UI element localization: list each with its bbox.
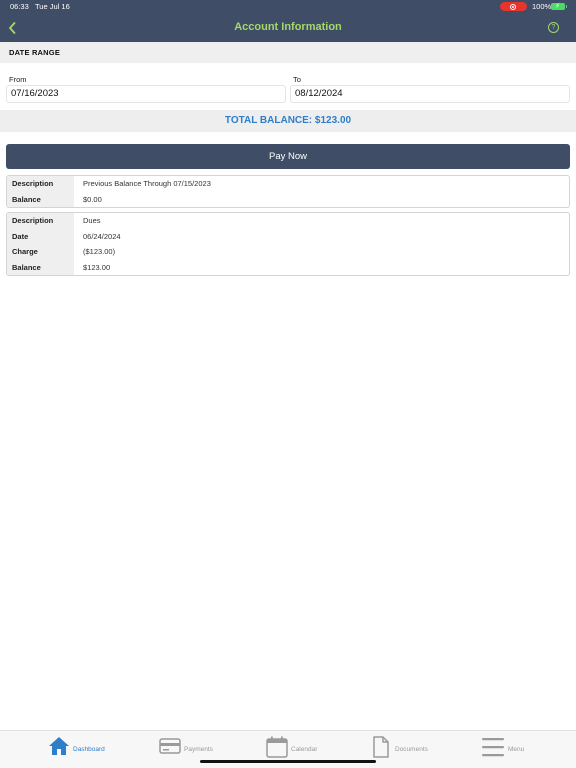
home-indicator[interactable] <box>200 760 376 763</box>
tab-dashboard[interactable]: Dashboard <box>48 736 118 758</box>
transaction-row: Balance $0.00 <box>7 191 569 207</box>
transaction-row: Description Previous Balance Through 07/… <box>7 176 569 192</box>
status-time: 06:33 <box>10 2 29 11</box>
tab-label: Documents <box>395 746 428 753</box>
tab-menu[interactable]: Menu <box>482 736 542 758</box>
pay-now-button[interactable]: Pay Now <box>6 144 570 169</box>
from-date-field[interactable]: 07/16/2023 <box>6 85 286 103</box>
transaction-row: Description Dues <box>7 213 569 229</box>
row-value: ($123.00) <box>83 247 116 256</box>
from-label: From <box>9 75 27 84</box>
row-value: Previous Balance Through 07/15/2023 <box>83 179 211 188</box>
transaction-card: Description Dues Date 06/24/2024 Charge … <box>6 212 570 276</box>
transaction-row: Date 06/24/2024 <box>7 228 569 244</box>
total-balance: TOTAL BALANCE: $123.00 <box>0 110 576 132</box>
calendar-icon <box>266 736 288 758</box>
transaction-row: Charge ($123.00) <box>7 244 569 260</box>
tab-label: Dashboard <box>73 746 105 753</box>
row-value: Dues <box>83 216 101 225</box>
battery-charging-icon: ⚡ <box>551 3 567 10</box>
row-label: Charge <box>7 244 74 260</box>
row-value: $123.00 <box>83 262 111 272</box>
document-icon <box>373 736 389 758</box>
top-navigation-bar: 06:33 Tue Jul 16 100% ⚡ Account Informat… <box>0 0 576 42</box>
row-label: Description <box>7 176 74 192</box>
status-date: Tue Jul 16 <box>35 2 70 11</box>
tab-label: Calendar <box>291 746 318 753</box>
tab-calendar[interactable]: Calendar <box>266 736 336 758</box>
tab-label: Payments <box>184 746 213 753</box>
row-label: Balance <box>7 191 74 207</box>
help-icon[interactable]: ? <box>548 22 559 33</box>
tab-documents[interactable]: Documents <box>372 736 442 758</box>
to-label: To <box>293 75 301 84</box>
credit-card-icon <box>159 738 181 754</box>
row-value: 06/24/2024 <box>83 231 121 241</box>
tab-payments[interactable]: Payments <box>159 736 229 758</box>
row-label: Date <box>7 228 74 244</box>
screen-record-icon[interactable] <box>500 2 527 11</box>
date-range-title: DATE RANGE <box>9 48 61 57</box>
row-label: Balance <box>7 259 74 275</box>
hamburger-menu-icon <box>482 738 504 757</box>
home-icon <box>49 737 69 755</box>
transaction-row: Balance $123.00 <box>7 259 569 275</box>
tab-label: Menu <box>508 746 525 753</box>
to-date-field[interactable]: 08/12/2024 <box>290 85 570 103</box>
row-value: $0.00 <box>83 194 102 204</box>
row-label: Description <box>7 213 74 229</box>
battery-percentage: 100% <box>532 2 552 11</box>
transaction-card: Description Previous Balance Through 07/… <box>6 175 570 208</box>
page-title: Account Information <box>234 21 342 33</box>
date-range-header: DATE RANGE <box>0 42 576 63</box>
